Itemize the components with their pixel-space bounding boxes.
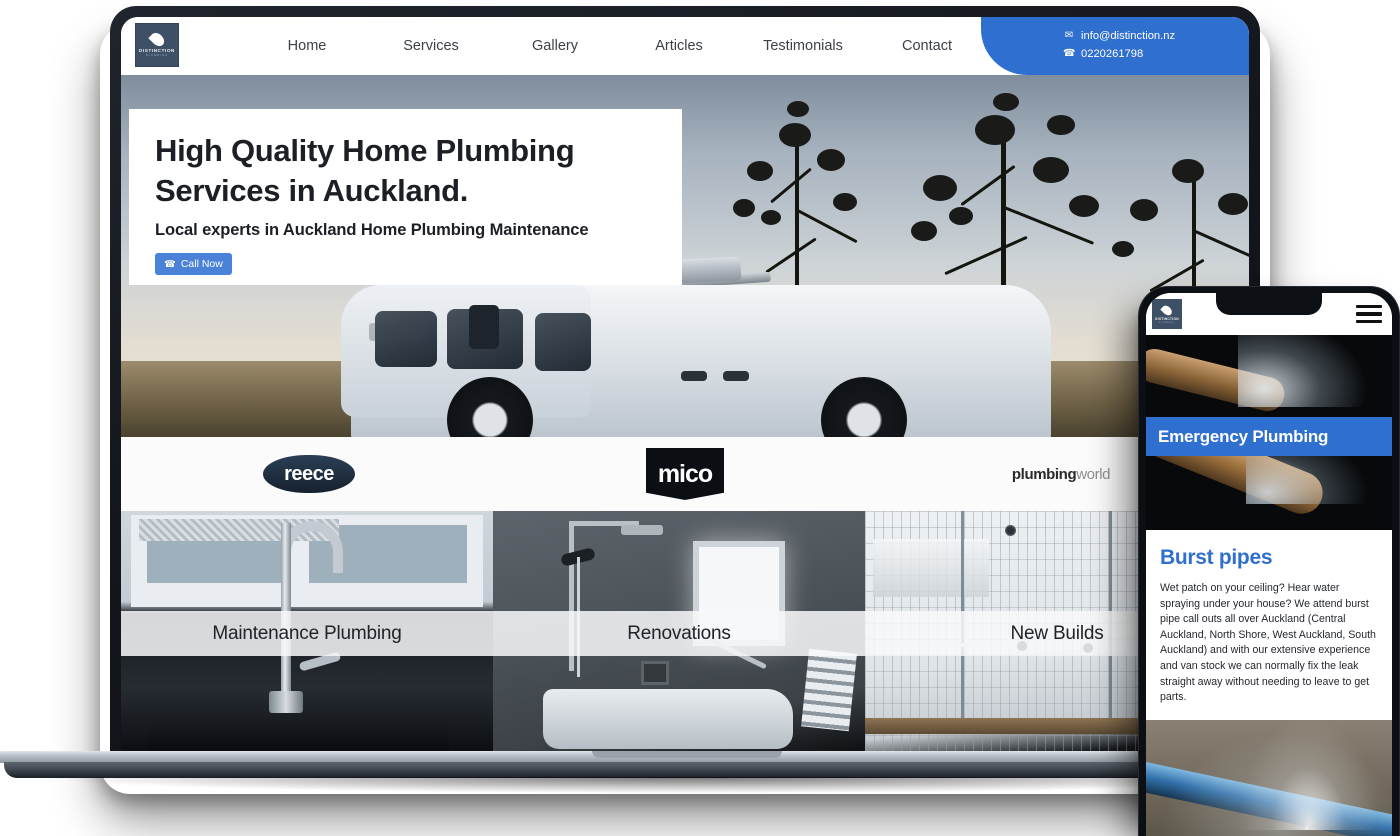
service-tiles-row: Maintenance Plumbing Renovations New Bui… (121, 511, 1249, 754)
laptop-bezel: DISTINCTION PLUMBING Home Services Galle… (110, 6, 1260, 766)
laptop-screen: DISTINCTION PLUMBING Home Services Galle… (121, 17, 1249, 754)
hero-section: High Quality Home Plumbing Services in A… (121, 75, 1249, 437)
mobile-banner-label: Emergency Plumbing (1158, 426, 1329, 446)
phone-screen: DISTINCTION PLUMBING Emergency Plumbing (1146, 293, 1392, 836)
service-tile-renovations[interactable]: Renovations (493, 511, 865, 754)
nav-item-home[interactable]: Home (245, 32, 369, 60)
partner-brands-strip: reece mico plumbingworld (121, 437, 1249, 511)
site-logo[interactable]: DISTINCTION PLUMBING (135, 23, 179, 67)
brand-logo-reece: reece (121, 455, 497, 493)
site-header: DISTINCTION PLUMBING Home Services Galle… (121, 17, 1249, 75)
water-spray (1246, 456, 1366, 504)
service-label-renovations: Renovations (493, 611, 865, 656)
nav-item-contact[interactable]: Contact (865, 32, 989, 60)
header-email-text: info@distinction.nz (1081, 30, 1176, 42)
plumbingworld-wordmark: plumbingworld (1011, 465, 1111, 483)
envelope-icon: ✉ (1064, 30, 1074, 41)
call-now-label: Call Now (180, 258, 223, 270)
hero-text-card: High Quality Home Plumbing Services in A… (129, 109, 682, 285)
mobile-site-logo[interactable]: DISTINCTION PLUMBING (1152, 299, 1182, 329)
pw-bold-part: plumbing (1011, 465, 1077, 483)
nav-item-gallery[interactable]: Gallery (493, 32, 617, 60)
water-drop-icon (1160, 303, 1174, 317)
service-label-maintenance: Maintenance Plumbing (121, 611, 493, 656)
hero-heading: High Quality Home Plumbing Services in A… (155, 133, 575, 208)
logo-subtitle: PLUMBING (145, 54, 169, 58)
water-mist (1146, 719, 1392, 836)
water-drop-icon (147, 30, 167, 49)
screenshot-stage: DISTINCTION PLUMBING Home Services Galle… (0, 0, 1400, 836)
header-contact-panel: ✉ info@distinction.nz ☎ 0220261798 (981, 17, 1249, 75)
mobile-emergency-banner: Emergency Plumbing (1146, 417, 1392, 456)
mobile-article-title: Burst pipes (1160, 546, 1273, 569)
mobile-article-body: Wet patch on your ceiling? Hear water sp… (1160, 582, 1376, 704)
mico-wordmark: mico (646, 448, 724, 500)
laptop-base-notch (592, 751, 782, 758)
nav-item-testimonials[interactable]: Testimonials (741, 32, 865, 60)
mobile-article: Burst pipes Wet patch on your ceiling? H… (1146, 530, 1392, 720)
pw-light-part: world (1076, 465, 1111, 483)
service-tile-maintenance[interactable]: Maintenance Plumbing (121, 511, 493, 754)
call-now-button[interactable]: ☎ Call Now (155, 253, 232, 275)
phone-notch (1216, 293, 1322, 315)
logo-subtitle: PLUMBING (1158, 321, 1176, 324)
phone-device-mockup: DISTINCTION PLUMBING Emergency Plumbing (1138, 286, 1400, 836)
header-phone-row[interactable]: ☎ 0220261798 (1063, 45, 1249, 63)
laptop-base-shadow (53, 777, 1321, 793)
logo-wordmark: DISTINCTION (1155, 316, 1179, 321)
water-spray (1238, 335, 1368, 407)
header-email-row[interactable]: ✉ info@distinction.nz (1063, 27, 1249, 45)
mobile-hero-burst-pipe-photo (1146, 335, 1392, 417)
nav-item-services[interactable]: Services (369, 32, 493, 60)
mobile-secondary-pipe-photo (1146, 456, 1392, 530)
mobile-footer-burst-pipe-photo (1146, 719, 1392, 836)
phone-icon: ☎ (1063, 48, 1076, 59)
phone-bezel: DISTINCTION PLUMBING Emergency Plumbing (1138, 286, 1400, 836)
brand-logo-mico: mico (497, 448, 873, 500)
laptop-device-mockup: DISTINCTION PLUMBING Home Services Galle… (0, 6, 1376, 793)
hamburger-menu-icon[interactable] (1356, 304, 1382, 324)
hero-subheading: Local experts in Auckland Home Plumbing … (155, 221, 589, 239)
nav-item-articles[interactable]: Articles (617, 32, 741, 60)
phone-icon: ☎ (164, 258, 176, 270)
header-phone-text: 0220261798 (1081, 48, 1144, 60)
reece-wordmark: reece (263, 455, 355, 493)
